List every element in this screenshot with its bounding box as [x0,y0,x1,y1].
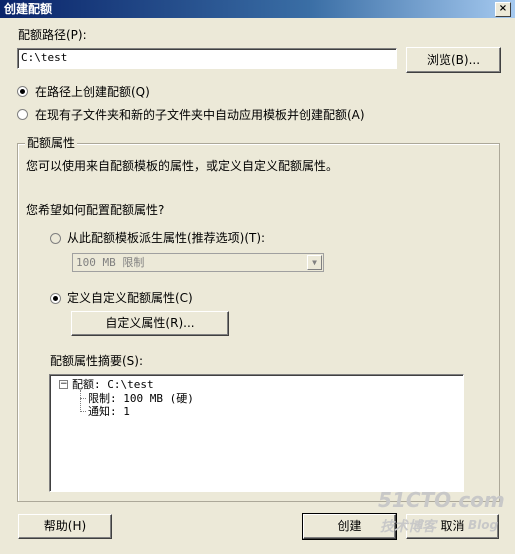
tree-connector [80,411,86,412]
summary-tree[interactable]: − 配额: C:\test 限制: 100 MB (硬) 通知: 1 [49,374,464,492]
tree-node-notification[interactable]: 通知: 1 [88,405,130,418]
tree-connector [80,398,86,399]
tree-node-quota[interactable]: 配额: C:\test [72,378,154,391]
chevron-down-icon[interactable]: ▼ [307,255,322,270]
summary-label: 配额属性摘要(S): [50,354,144,368]
watermark-blog: Blog [468,518,499,532]
quota-properties-group-title: 配额属性 [25,136,78,150]
help-button[interactable]: 帮助(H) [18,514,112,539]
template-select[interactable]: 100 MB 限制 ▼ [72,253,324,272]
collapse-icon[interactable]: − [59,380,68,389]
quota-path-input[interactable]: C:\test [17,48,397,69]
auto-apply-template-label: 在现有子文件夹和新的子文件夹中自动应用模板并创建配额(A) [35,108,365,122]
custom-properties-label: 定义自定义配额属性(C) [67,291,193,305]
close-icon[interactable]: × [495,2,511,17]
template-selected-value: 100 MB 限制 [76,256,145,269]
radio-auto-apply-template[interactable] [17,109,28,120]
create-quota-dialog: 创建配额 × 配额路径(P): C:\test 浏览(B)... 在路径上创建配… [0,0,515,554]
title-bar: 创建配额 × [0,0,515,18]
browse-button[interactable]: 浏览(B)... [406,47,501,73]
tree-node-limit[interactable]: 限制: 100 MB (硬) [88,392,194,405]
radio-create-on-path[interactable] [17,86,28,97]
tree-connector [80,390,81,412]
from-template-label: 从此配额模板派生属性(推荐选项)(T): [67,231,266,245]
radio-from-template[interactable] [50,233,61,244]
watermark-site: 51CTO.com [378,488,505,512]
watermark-blog-label: 技术博客 [380,519,436,535]
radio-custom-properties[interactable] [50,293,61,304]
window-title: 创建配额 [4,2,53,16]
properties-question: 您希望如何配置配额属性? [26,203,165,217]
create-on-path-label: 在路径上创建配额(Q) [35,85,150,99]
properties-description: 您可以使用来自配额模板的属性，或定义自定义配额属性。 [26,159,339,173]
quota-path-label: 配额路径(P): [18,28,87,42]
custom-properties-button[interactable]: 自定义属性(R)... [71,311,229,336]
